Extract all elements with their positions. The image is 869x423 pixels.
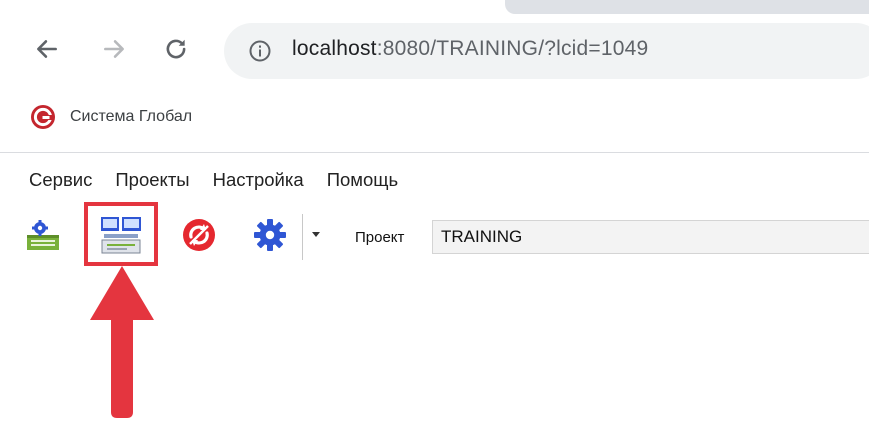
menu-bar: Сервис Проекты Настройка Помощь bbox=[22, 165, 414, 195]
url-path: :8080/TRAINING/?lcid=1049 bbox=[376, 37, 649, 60]
pointer-arrow-icon bbox=[90, 266, 154, 418]
reload-icon bbox=[166, 39, 186, 59]
menu-item-settings[interactable]: Настройка bbox=[206, 169, 311, 191]
menu-item-service[interactable]: Сервис bbox=[22, 169, 99, 191]
project-field[interactable] bbox=[432, 220, 869, 254]
tab-strip bbox=[505, 0, 869, 14]
workstation-button[interactable] bbox=[98, 212, 144, 258]
project-label: Проект bbox=[355, 229, 405, 246]
bookmark-item[interactable]: Система Глобал bbox=[30, 102, 192, 132]
global-logo-icon bbox=[31, 105, 55, 129]
chrome-divider bbox=[0, 152, 869, 153]
sync-icon bbox=[183, 219, 215, 251]
sync-button[interactable] bbox=[176, 212, 222, 258]
forward-arrow-icon bbox=[104, 40, 124, 58]
bookmark-label: Система Глобал bbox=[70, 108, 193, 125]
url-host: localhost bbox=[292, 37, 377, 60]
gear-button[interactable] bbox=[247, 212, 293, 258]
url-text[interactable]: localhost:8080/TRAINING/?lcid=1049 bbox=[292, 37, 648, 61]
menu-item-help[interactable]: Помощь bbox=[320, 169, 405, 191]
dropdown-arrow-icon[interactable] bbox=[310, 228, 322, 240]
info-icon[interactable] bbox=[248, 39, 272, 63]
forward-button[interactable] bbox=[97, 32, 131, 66]
menu-item-projects[interactable]: Проекты bbox=[108, 169, 196, 191]
reload-button[interactable] bbox=[159, 32, 193, 66]
settings-module-icon bbox=[27, 220, 59, 250]
workstation-icon bbox=[101, 217, 141, 254]
gear-icon bbox=[254, 219, 286, 251]
toolbar-separator bbox=[302, 214, 303, 260]
address-bar[interactable]: localhost:8080/TRAINING/?lcid=1049 bbox=[224, 23, 869, 79]
settings-module-button[interactable] bbox=[20, 212, 66, 258]
back-button[interactable] bbox=[30, 32, 64, 66]
back-arrow-icon bbox=[37, 40, 57, 58]
